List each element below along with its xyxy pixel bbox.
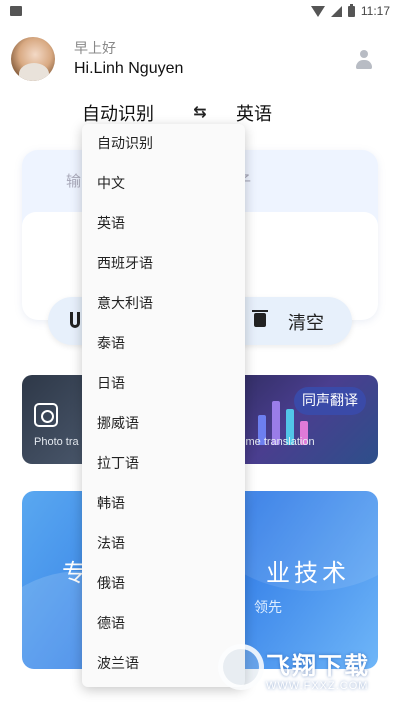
dropdown-item[interactable]: 韩语 bbox=[82, 484, 245, 524]
username: Hi.Linh Nguyen bbox=[74, 60, 184, 77]
placeholder-head: 输 bbox=[66, 172, 82, 190]
dropdown-item[interactable]: 德语 bbox=[82, 604, 245, 644]
language-bar: 自动识别 ⇆ 英语 bbox=[0, 100, 400, 126]
watermark: 飞翔下载 WWW.FXXZ.COM bbox=[218, 644, 388, 696]
avatar[interactable] bbox=[11, 37, 55, 81]
watermark-url: WWW.FXXZ.COM bbox=[266, 680, 369, 692]
language-dropdown: 自动识别 中文 英语 西班牙语 意大利语 泰语 日语 挪威语 拉丁语 韩语 法语 俄语 德语 波兰语 bbox=[82, 124, 245, 687]
user-icon-body bbox=[356, 60, 372, 69]
dropdown-item[interactable]: 俄语 bbox=[82, 564, 245, 604]
status-right: 11:17 bbox=[310, 3, 390, 18]
promo-text-right: 业技术 bbox=[266, 559, 350, 587]
watermark-title: 飞翔下载 bbox=[266, 652, 370, 680]
source-language-selector[interactable]: 自动识别 bbox=[82, 100, 154, 126]
clear-button[interactable]: 清空 bbox=[288, 309, 324, 335]
dropdown-item[interactable]: 中文 bbox=[82, 164, 245, 204]
microphone-icon[interactable] bbox=[70, 312, 80, 328]
dropdown-item[interactable]: 西班牙语 bbox=[82, 244, 245, 284]
swap-languages-icon[interactable]: ⇆ bbox=[190, 102, 210, 122]
photo-translation-label: Photo tra bbox=[34, 436, 79, 448]
dropdown-item[interactable]: 英语 bbox=[82, 204, 245, 244]
battery-icon bbox=[347, 3, 355, 17]
greeting-text: 早上好 bbox=[74, 41, 116, 57]
watermark-logo-icon bbox=[218, 644, 264, 690]
dropdown-item[interactable]: 法语 bbox=[82, 524, 245, 564]
dropdown-item[interactable]: 拉丁语 bbox=[82, 444, 245, 484]
gallery-icon bbox=[10, 6, 22, 16]
dropdown-item[interactable]: 意大利语 bbox=[82, 284, 245, 324]
status-time: 11:17 bbox=[360, 4, 390, 18]
target-language-selector[interactable]: 英语 bbox=[236, 100, 272, 126]
translator-screen: 11:17 早上好 Hi.Linh Nguyen 自动识别 ⇆ 英语 输句子 清… bbox=[0, 0, 400, 711]
wifi-icon bbox=[310, 5, 325, 17]
simultaneous-translation-badge: 同声翻译 bbox=[294, 387, 366, 415]
simultaneous-translation-label: time translation bbox=[240, 436, 315, 448]
user-icon-head bbox=[360, 50, 368, 58]
signal-icon bbox=[330, 5, 342, 17]
status-bar: 11:17 bbox=[0, 0, 400, 22]
dropdown-item[interactable]: 挪威语 bbox=[82, 404, 245, 444]
promo-subtext: 领先 bbox=[254, 600, 282, 616]
dropdown-item[interactable]: 泰语 bbox=[82, 324, 245, 364]
trash-icon[interactable] bbox=[252, 310, 268, 327]
dropdown-item[interactable]: 日语 bbox=[82, 364, 245, 404]
dropdown-item[interactable]: 自动识别 bbox=[82, 124, 245, 164]
user-profile-icon[interactable] bbox=[354, 50, 374, 70]
status-left bbox=[10, 6, 22, 16]
camera-icon bbox=[34, 403, 58, 427]
